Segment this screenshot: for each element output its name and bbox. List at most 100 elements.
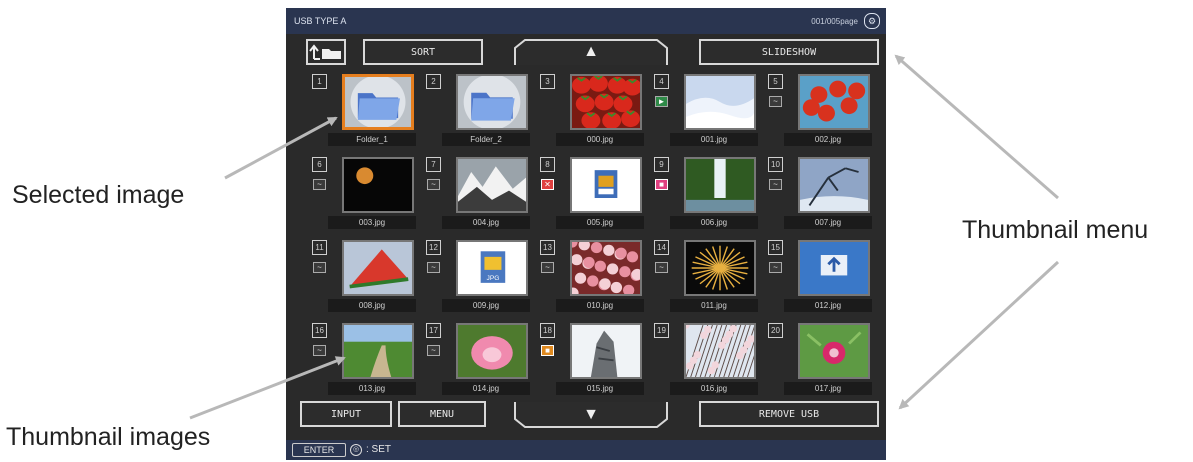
thumbnail-number: 20 — [768, 323, 783, 338]
image-thumbnail[interactable] — [684, 157, 756, 213]
callout-selected-image: Selected image — [12, 181, 185, 209]
thumbnail-number: 17 — [426, 323, 441, 338]
image-thumbnail[interactable] — [570, 74, 642, 130]
thumbnail-cell[interactable]: 11 ~008.jpg — [306, 236, 420, 318]
thumbnail-cell[interactable]: 10 ~007.jpg — [762, 153, 876, 235]
thumbnail-cell[interactable]: 18 ■ 015.jpg — [534, 319, 648, 401]
file-status-badge: ► — [655, 96, 668, 107]
thumbnail-cell[interactable]: 6 ~003.jpg — [306, 153, 420, 235]
settings-icon: ⚙ — [864, 13, 880, 29]
thumbnail-cell[interactable]: 2 Folder_2 — [420, 70, 534, 152]
thumbnail-number: 7 — [426, 157, 441, 172]
thumbnail-number: 3 — [540, 74, 555, 89]
thumbnail-number: 5 — [768, 74, 783, 89]
image-thumbnail[interactable] — [798, 323, 870, 379]
slideshow-button[interactable]: SLIDESHOW — [699, 39, 879, 65]
thumbnail-filename: 001.jpg — [670, 133, 758, 146]
thumbnail-cell[interactable]: 15 ~012.jpg — [762, 236, 876, 318]
file-status-badge: ~ — [313, 179, 326, 190]
up-folder-button[interactable] — [306, 39, 346, 65]
file-status-badge: ~ — [427, 345, 440, 356]
image-thumbnail[interactable] — [684, 74, 756, 130]
thumbnail-filename: 005.jpg — [556, 216, 644, 229]
title-bar: USB TYPE A 001/005page ⚙ — [286, 8, 886, 34]
image-thumbnail[interactable] — [342, 323, 414, 379]
remove-usb-button[interactable]: REMOVE USB — [699, 401, 879, 427]
up-folder-icon — [309, 44, 341, 60]
thumbnail-filename: 016.jpg — [670, 382, 758, 395]
image-thumbnail[interactable] — [798, 74, 870, 130]
thumbnail-screen: USB TYPE A 001/005page ⚙ SORT ▲ SLIDESHO… — [286, 8, 886, 460]
file-status-badge: ✕ — [541, 179, 554, 190]
down-triangle-icon: ▼ — [583, 406, 599, 423]
image-thumbnail[interactable] — [570, 240, 642, 296]
image-thumbnail[interactable] — [342, 157, 414, 213]
thumbnail-number: 11 — [312, 240, 327, 255]
thumbnail-number: 10 — [768, 157, 783, 172]
input-button[interactable]: INPUT — [300, 401, 392, 427]
image-thumbnail[interactable] — [684, 240, 756, 296]
enter-key-label: ENTER — [292, 443, 346, 457]
thumbnail-number: 19 — [654, 323, 669, 338]
folder-thumbnail[interactable] — [456, 74, 528, 130]
thumbnail-number: 16 — [312, 323, 327, 338]
page-up-button[interactable]: ▲ — [513, 38, 669, 66]
thumbnail-filename: 011.jpg — [670, 299, 758, 312]
thumbnail-filename: Folder_1 — [328, 133, 416, 146]
arrow-thumbnail-menu-top — [894, 54, 1059, 200]
thumbnail-cell[interactable]: 1 Folder_1 — [306, 70, 420, 152]
image-thumbnail[interactable] — [342, 240, 414, 296]
thumbnail-number: 12 — [426, 240, 441, 255]
menu-button[interactable]: MENU — [398, 401, 486, 427]
file-status-badge: ■ — [655, 179, 668, 190]
thumbnail-cell[interactable]: 8 ✕ 005.jpg — [534, 153, 648, 235]
thumbnail-number: 6 — [312, 157, 327, 172]
thumbnail-number: 8 — [540, 157, 555, 172]
thumbnail-number: 2 — [426, 74, 441, 89]
thumbnail-cell[interactable]: 16 ~013.jpg — [306, 319, 420, 401]
arrow-thumbnail-menu-bottom — [898, 260, 1060, 410]
thumbnail-cell[interactable]: 5 ~002.jpg — [762, 70, 876, 152]
thumbnail-cell[interactable]: 12 ~ JPG 009.jpg — [420, 236, 534, 318]
thumbnail-filename: 015.jpg — [556, 382, 644, 395]
file-status-badge: ~ — [427, 179, 440, 190]
sort-button[interactable]: SORT — [363, 39, 483, 65]
status-set-text: : SET — [366, 444, 392, 455]
image-thumbnail[interactable]: JPG — [456, 240, 528, 296]
image-thumbnail[interactable] — [456, 157, 528, 213]
svg-text:JPG: JPG — [487, 275, 500, 282]
callout-thumbnail-menu: Thumbnail menu — [962, 216, 1149, 244]
file-status-badge: ~ — [769, 179, 782, 190]
remote-button-icon: ◎ — [350, 444, 362, 456]
thumbnail-cell[interactable]: 13 ~010.jpg — [534, 236, 648, 318]
folder-thumbnail[interactable] — [342, 74, 414, 130]
thumbnail-cell[interactable]: 17 ~014.jpg — [420, 319, 534, 401]
file-status-badge: ~ — [769, 96, 782, 107]
image-thumbnail[interactable] — [684, 323, 756, 379]
thumbnail-number: 15 — [768, 240, 783, 255]
thumbnail-cell[interactable]: 19 016.jpg — [648, 319, 762, 401]
thumbnail-cell[interactable]: 4 ► 001.jpg — [648, 70, 762, 152]
image-thumbnail[interactable] — [570, 157, 642, 213]
page-down-button[interactable]: ▼ — [513, 401, 669, 429]
thumbnail-cell[interactable]: 14 ~011.jpg — [648, 236, 762, 318]
image-thumbnail[interactable] — [798, 157, 870, 213]
image-thumbnail[interactable] — [456, 323, 528, 379]
thumbnail-number: 18 — [540, 323, 555, 338]
thumbnail-cell[interactable]: 9 ■ 006.jpg — [648, 153, 762, 235]
status-bar: ENTER ◎ : SET — [286, 440, 886, 460]
thumbnail-filename: 013.jpg — [328, 382, 416, 395]
thumbnail-number: 14 — [654, 240, 669, 255]
image-thumbnail[interactable] — [798, 240, 870, 296]
thumbnail-number: 13 — [540, 240, 555, 255]
thumbnail-filename: 012.jpg — [784, 299, 872, 312]
thumbnail-cell[interactable]: 3 000.jpg — [534, 70, 648, 152]
image-thumbnail[interactable] — [570, 323, 642, 379]
file-status-badge: ~ — [313, 262, 326, 273]
file-status-badge: ■ — [541, 345, 554, 356]
thumbnail-filename: 006.jpg — [670, 216, 758, 229]
up-triangle-icon: ▲ — [583, 43, 599, 60]
thumbnail-cell[interactable]: 20 017.jpg — [762, 319, 876, 401]
thumbnail-filename: 007.jpg — [784, 216, 872, 229]
thumbnail-cell[interactable]: 7 ~004.jpg — [420, 153, 534, 235]
